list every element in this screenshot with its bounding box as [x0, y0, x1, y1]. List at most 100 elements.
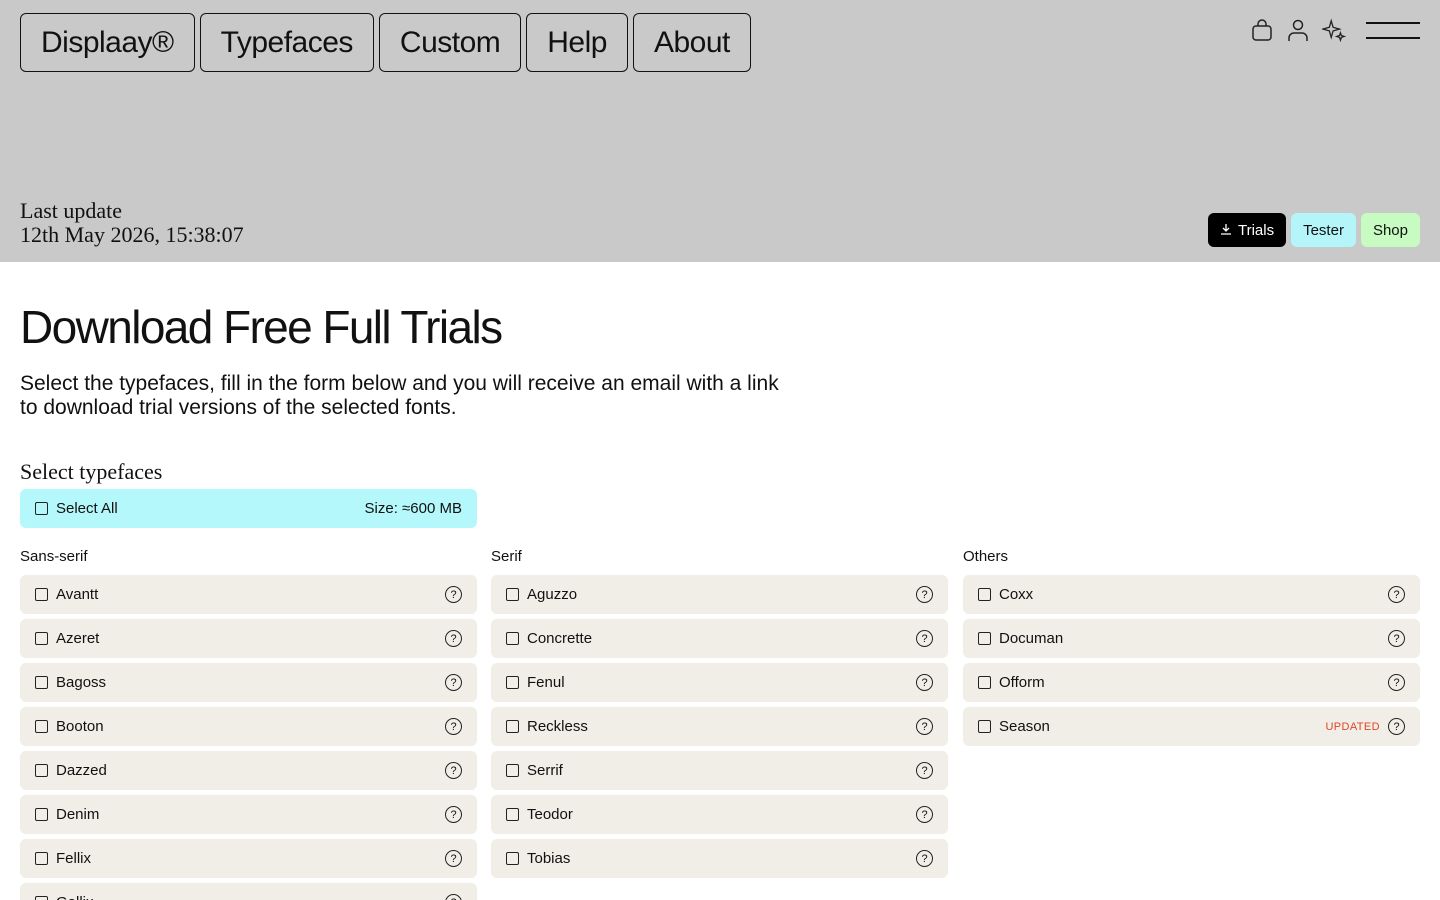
bag-icon[interactable]	[1250, 17, 1274, 43]
typeface-name: Concrette	[527, 630, 593, 647]
typeface-row-coxx[interactable]: Coxx?	[963, 575, 1420, 614]
header-actions: Trials Tester Shop	[1207, 213, 1420, 247]
typeface-checkbox[interactable]	[506, 720, 519, 733]
typeface-row-documan[interactable]: Documan?	[963, 619, 1420, 658]
typeface-checkbox[interactable]	[35, 588, 48, 601]
help-icon[interactable]: ?	[445, 894, 462, 900]
typeface-checkbox[interactable]	[978, 720, 991, 733]
page-intro: Select the typefaces, fill in the form b…	[20, 372, 779, 419]
last-update: Last update 12th May 2026, 15:38:07	[20, 199, 244, 247]
help-icon[interactable]: ?	[445, 630, 462, 647]
help-icon[interactable]: ?	[445, 850, 462, 867]
select-all-checkbox[interactable]	[35, 502, 48, 515]
help-icon[interactable]: ?	[445, 674, 462, 691]
typeface-checkbox[interactable]	[978, 676, 991, 689]
typeface-name: Teodor	[527, 806, 573, 823]
typeface-checkbox[interactable]	[506, 852, 519, 865]
sparkle-icon[interactable]	[1322, 17, 1346, 43]
typeface-row-ofform[interactable]: Ofform?	[963, 663, 1420, 702]
last-update-value: 12th May 2026, 15:38:07	[20, 222, 244, 247]
typeface-row-reckless[interactable]: Reckless?	[491, 707, 948, 746]
typeface-row-booton[interactable]: Booton?	[20, 707, 477, 746]
typeface-name: Fellix	[56, 850, 92, 867]
help-icon[interactable]: ?	[1388, 586, 1405, 603]
typeface-name: Ofform	[999, 674, 1045, 691]
typeface-row-tobias[interactable]: Tobias?	[491, 839, 948, 878]
typeface-name: Gallix	[56, 894, 94, 900]
typeface-row-teodor[interactable]: Teodor?	[491, 795, 948, 834]
typeface-row-gallix[interactable]: Gallix?	[20, 883, 477, 900]
typeface-checkbox[interactable]	[35, 676, 48, 689]
help-icon[interactable]: ?	[916, 674, 933, 691]
typeface-checkbox[interactable]	[35, 764, 48, 777]
select-all-row[interactable]: Select All Size: ≈600 MB	[20, 489, 477, 528]
tester-button[interactable]: Tester	[1291, 213, 1356, 247]
shop-button[interactable]: Shop	[1360, 213, 1420, 247]
typeface-checkbox[interactable]	[506, 764, 519, 777]
typeface-name: Reckless	[527, 718, 588, 735]
typeface-name: Season	[999, 718, 1050, 735]
typeface-row-denim[interactable]: Denim?	[20, 795, 477, 834]
user-icon[interactable]	[1286, 17, 1310, 43]
main-nav: Displaay® Typefaces Custom Help About	[20, 13, 751, 72]
typeface-row-azeret[interactable]: Azeret?	[20, 619, 477, 658]
updated-badge: UPDATED	[1325, 720, 1380, 733]
typeface-checkbox[interactable]	[506, 676, 519, 689]
typeface-name: Azeret	[56, 630, 100, 647]
nav-custom[interactable]: Custom	[378, 13, 522, 72]
typeface-checkbox[interactable]	[35, 852, 48, 865]
help-icon[interactable]: ?	[916, 718, 933, 735]
site-header: Displaay® Typefaces Custom Help About La…	[0, 0, 1440, 262]
help-icon[interactable]: ?	[916, 586, 933, 603]
typeface-row-avantt[interactable]: Avantt?	[20, 575, 477, 614]
trials-label: Trials	[1237, 221, 1275, 239]
typeface-name: Tobias	[527, 850, 571, 867]
typeface-row-bagoss[interactable]: Bagoss?	[20, 663, 477, 702]
typeface-name: Serrif	[527, 762, 563, 779]
typeface-row-season[interactable]: Season UPDATED?	[963, 707, 1420, 746]
typeface-row-fellix[interactable]: Fellix?	[20, 839, 477, 878]
help-icon[interactable]: ?	[445, 806, 462, 823]
help-icon[interactable]: ?	[445, 586, 462, 603]
help-icon[interactable]: ?	[445, 718, 462, 735]
typeface-checkbox[interactable]	[506, 588, 519, 601]
page-title: Download Free Full Trials	[20, 301, 503, 353]
typeface-checkbox[interactable]	[35, 896, 48, 900]
typeface-checkbox[interactable]	[506, 632, 519, 645]
help-icon[interactable]: ?	[916, 850, 933, 867]
last-update-label: Last update	[20, 198, 123, 223]
typeface-name: Bagoss	[56, 674, 107, 691]
typeface-checkbox[interactable]	[978, 588, 991, 601]
help-icon[interactable]: ?	[916, 762, 933, 779]
nav-about[interactable]: About	[632, 13, 751, 72]
help-icon[interactable]: ?	[916, 806, 933, 823]
typeface-row-dazzed[interactable]: Dazzed?	[20, 751, 477, 790]
column-heading: Others	[963, 548, 1009, 565]
typeface-row-aguzzo[interactable]: Aguzzo?	[491, 575, 948, 614]
typeface-checkbox[interactable]	[35, 808, 48, 821]
help-icon[interactable]: ?	[1388, 630, 1405, 647]
nav-typefaces[interactable]: Typefaces	[199, 13, 374, 72]
column-heading: Serif	[491, 548, 522, 565]
download-icon	[1220, 222, 1232, 239]
typeface-checkbox[interactable]	[35, 632, 48, 645]
typeface-row-serrif[interactable]: Serrif?	[491, 751, 948, 790]
help-icon[interactable]: ?	[445, 762, 462, 779]
help-icon[interactable]: ?	[1388, 674, 1405, 691]
typeface-row-concrette[interactable]: Concrette?	[491, 619, 948, 658]
typeface-checkbox[interactable]	[506, 808, 519, 821]
nav-displaay[interactable]: Displaay®	[20, 13, 195, 72]
help-icon[interactable]: ?	[1388, 718, 1405, 735]
column-others: Others Coxx? Documan? Ofform? Season UPDATED…	[963, 547, 1420, 751]
typeface-checkbox[interactable]	[978, 632, 991, 645]
help-icon[interactable]: ?	[916, 630, 933, 647]
typeface-name: Coxx	[999, 586, 1034, 603]
menu-icon[interactable]	[1366, 17, 1420, 43]
trials-button[interactable]: Trials	[1207, 213, 1287, 247]
typeface-name: Fenul	[527, 674, 565, 691]
typeface-row-fenul[interactable]: Fenul?	[491, 663, 948, 702]
nav-help[interactable]: Help	[526, 13, 628, 72]
typeface-checkbox[interactable]	[35, 720, 48, 733]
column-sans-serif: Sans-serif Avantt? Azeret? Bagoss? Booton? D…	[20, 547, 477, 900]
download-size: Size: ≈600 MB	[364, 500, 462, 517]
